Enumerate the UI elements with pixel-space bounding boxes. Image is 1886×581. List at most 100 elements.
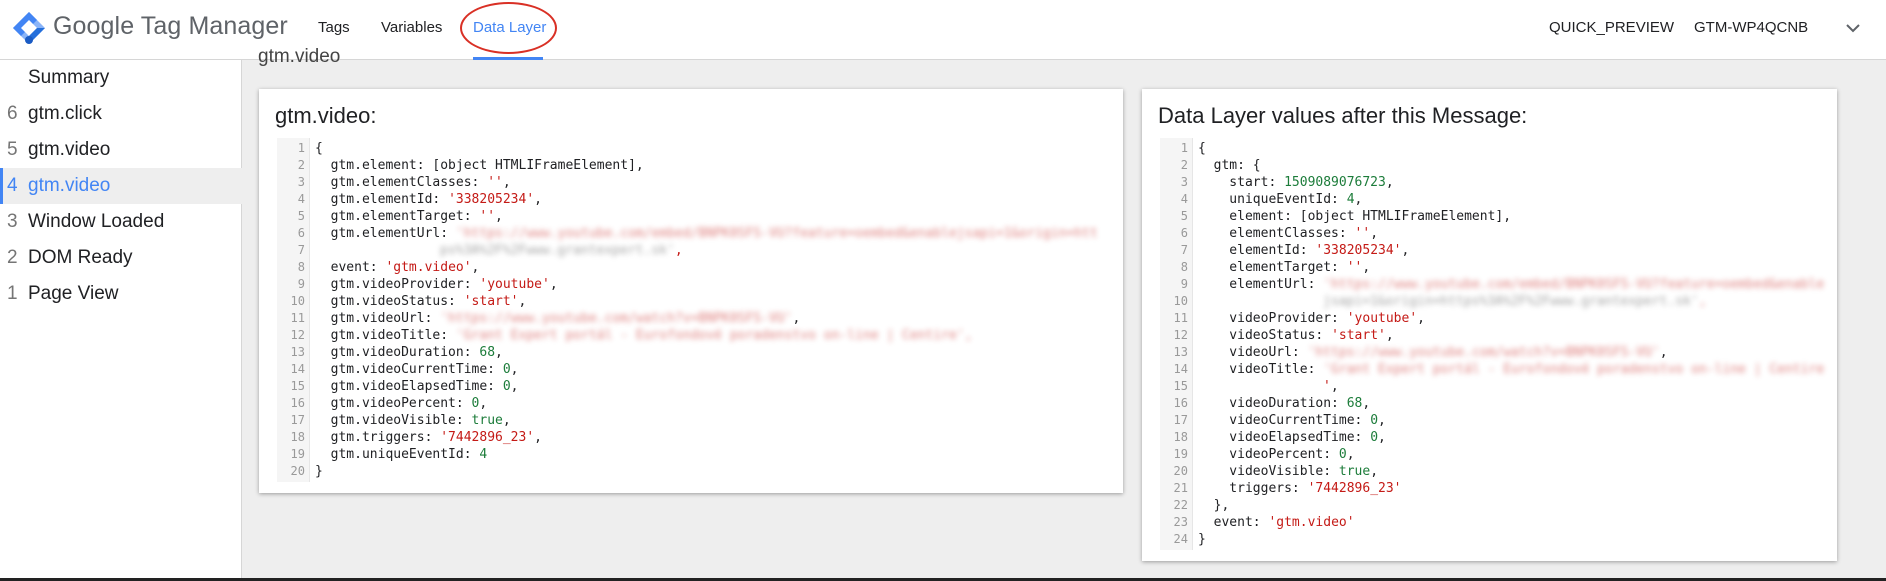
code-key: elementClasses:: [1198, 226, 1355, 241]
code-line: jsapi=1&origin=https%3A%2F%2Fwww.grantex…: [1323, 293, 1707, 310]
line-number: 14: [1173, 362, 1188, 376]
code-punct: ,: [534, 192, 542, 207]
code-key: gtm.videoDuration:: [315, 345, 480, 360]
code-line: gtm.videoDuration: 68,: [315, 344, 503, 361]
code-key: gtm.videoProvider:: [315, 277, 480, 292]
quick-preview-label[interactable]: QUICK_PREVIEW: [1549, 19, 1674, 36]
code-string: '338205234': [448, 192, 535, 207]
code-line: gtm.elementClasses: '',: [315, 174, 511, 191]
code-punct: ,: [495, 345, 503, 360]
code-line: elementTarget: '',: [1198, 259, 1370, 276]
code-string: 'youtube': [1346, 311, 1418, 326]
line-number: 12: [290, 328, 305, 342]
blurred-title: 'Grant Expert portál - Eurofondové porad…: [455, 328, 965, 343]
code-key: gtm.videoCurrentTime:: [315, 362, 503, 377]
code-key: gtm.elementClasses:: [315, 175, 488, 190]
code-punct: ,: [1370, 226, 1379, 241]
tab-tags[interactable]: Tags: [318, 19, 350, 36]
line-number: 21: [1173, 481, 1188, 495]
sidebar-item-label: gtm.video: [28, 175, 111, 196]
sidebar-item-gtm-video-4[interactable]: 4 gtm.video: [0, 168, 242, 204]
code-punct: ,: [1417, 311, 1425, 326]
line-number: 5: [1180, 209, 1188, 223]
line-number: 9: [297, 277, 305, 291]
line-number: 4: [1180, 192, 1188, 206]
code-key: videoUrl:: [1198, 345, 1308, 360]
code-line: ps%3A%2F%2Fwww.grantexpert.sk',: [440, 242, 683, 259]
line-number: 8: [1180, 260, 1188, 274]
code-punct: ,: [495, 209, 503, 224]
sidebar-item-page-view[interactable]: 1 Page View: [0, 276, 242, 312]
code-line: videoCurrentTime: 0,: [1198, 412, 1386, 429]
line-number: 4: [297, 192, 305, 206]
code-line: gtm.videoUrl: 'https://www.youtube.com/w…: [315, 310, 801, 327]
sidebar-item-gtm-click[interactable]: 6 gtm.click: [0, 96, 242, 132]
data-layer-code-block[interactable]: 1 2 3 4 5 6 7 8 9 10 11 12 13 14 15 16 17 18 19 20 21 22 23 24 …: [1160, 138, 1824, 550]
code-key: videoTitle:: [1198, 362, 1324, 377]
gtm-logo-icon[interactable]: [12, 11, 46, 45]
annotation-circle: [460, 2, 557, 54]
sidebar-item-label: Window Loaded: [28, 211, 165, 232]
line-number: 2: [297, 158, 305, 172]
line-number: 5: [297, 209, 305, 223]
code-text: }: [1198, 532, 1206, 547]
code-line: triggers: '7442896_23': [1198, 480, 1401, 497]
code-line: {: [315, 140, 323, 157]
code-line: gtm.videoElapsedTime: 0,: [315, 378, 519, 395]
code-line: videoDuration: 68,: [1198, 395, 1370, 412]
code-punct: ,: [1401, 243, 1410, 258]
line-number: 16: [1173, 396, 1188, 410]
blurred-title: 'Grant Expert portál - Eurofondové porad…: [1323, 362, 1825, 377]
tab-variables[interactable]: Variables: [381, 19, 442, 36]
code-key: videoPercent:: [1198, 447, 1339, 462]
sidebar-item-summary[interactable]: Summary: [0, 60, 242, 96]
code-number: 68: [1346, 396, 1363, 411]
code-key: gtm.elementId:: [315, 192, 449, 207]
container-id[interactable]: GTM-WP4QCNB: [1694, 19, 1808, 36]
message-code-block[interactable]: 1 2 3 4 5 6 7 8 9 10 11 12 13 14 15 16 17 18 19 20 { gtm.el…: [277, 138, 1107, 482]
code-number: 4: [479, 447, 488, 462]
line-number: 17: [290, 413, 305, 427]
line-number: 23: [1173, 515, 1188, 529]
code-punct: ,: [510, 379, 519, 394]
code-key: elementTarget:: [1198, 260, 1347, 275]
code-punct: ,: [471, 260, 480, 275]
line-number-gutter: 1 2 3 4 5 6 7 8 9 10 11 12 13 14 15 16 17 18 19 20 21 22 23 24: [1160, 138, 1193, 550]
code-key: gtm.uniqueEventId:: [315, 447, 480, 462]
code-line: gtm.videoPercent: 0,: [315, 395, 488, 412]
code-line: start: 1509089076723,: [1198, 174, 1394, 191]
sidebar-item-label: gtm.video: [28, 139, 111, 160]
sidebar-item-label: Page View: [28, 283, 119, 304]
code-string: '': [487, 175, 503, 190]
message-card-title: gtm.video:: [275, 103, 377, 128]
blurred-url: 'https://www.youtube.com/embed/BNPK0SFS-…: [1323, 277, 1825, 292]
line-number: 18: [1173, 430, 1188, 444]
code-key: event:: [1198, 515, 1269, 530]
code-punct: ,: [502, 413, 511, 428]
line-number: 14: [290, 362, 305, 376]
code-string: ': [1323, 379, 1331, 394]
sidebar-item-window-loaded[interactable]: 3 Window Loaded: [0, 204, 242, 240]
line-number: 7: [297, 243, 305, 257]
code-line: videoStatus: 'start',: [1198, 327, 1393, 344]
code-punct: ,: [1362, 260, 1371, 275]
chevron-down-icon[interactable]: [1843, 18, 1863, 38]
code-line: }: [1198, 531, 1206, 548]
sidebar-item-label: Summary: [28, 67, 110, 88]
line-number: 6: [1180, 226, 1188, 240]
code-key: videoProvider:: [1198, 311, 1347, 326]
blurred-url: 'https://www.youtube.com/watch?v=BNPK0SF…: [1307, 345, 1660, 360]
message-card: gtm.video: 1 2 3 4 5 6 7 8 9 10 11 12 13 14 15 16 17 18 19…: [259, 89, 1123, 493]
code-line: videoElapsedTime: 0,: [1198, 429, 1386, 446]
code-line: videoProvider: 'youtube',: [1198, 310, 1425, 327]
code-punct: ,: [1385, 175, 1394, 190]
blurred-url: ps%3A%2F%2Fwww.grantexpert.sk': [440, 243, 675, 258]
code-punct: ,: [1698, 294, 1707, 309]
sidebar-item-gtm-video-5[interactable]: 5 gtm.video: [0, 132, 242, 168]
code-punct: ,: [479, 396, 488, 411]
line-number: 8: [297, 260, 305, 274]
blurred-url: 'https://www.youtube.com/watch?v=BNPK0SF…: [440, 311, 793, 326]
active-tab-indicator: [473, 57, 543, 60]
sidebar-item-dom-ready[interactable]: 2 DOM Ready: [0, 240, 242, 276]
code-punct: ,: [1346, 447, 1355, 462]
